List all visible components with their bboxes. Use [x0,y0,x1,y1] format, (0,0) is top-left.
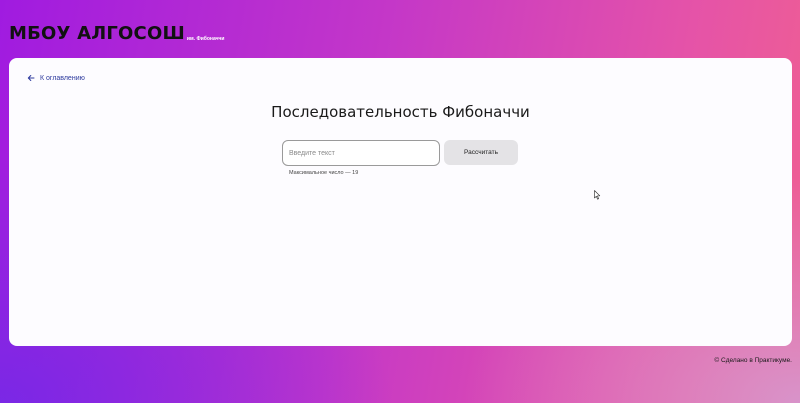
back-to-contents-link[interactable]: К оглавлению [27,74,85,82]
number-input[interactable] [282,140,440,166]
back-link-label: К оглавлению [40,74,85,82]
mouse-cursor-icon [594,190,601,200]
arrow-left-icon [27,75,35,81]
input-hint: Максимальное число — 19 [289,170,359,176]
page-title: Последовательность Фибоначчи [271,103,530,121]
logo: МБОУ АЛГОСОШ [9,23,185,44]
main-card: К оглавлению Последовательность Фибоначч… [9,58,792,346]
site-header: МБОУ АЛГОСОШ им. Фибоначчи [9,24,224,44]
calculate-button[interactable]: Рассчитать [444,140,518,165]
footer-credit: © Сделано в Практикуме. [714,357,792,364]
logo-subtitle: им. Фибоначчи [186,36,225,42]
